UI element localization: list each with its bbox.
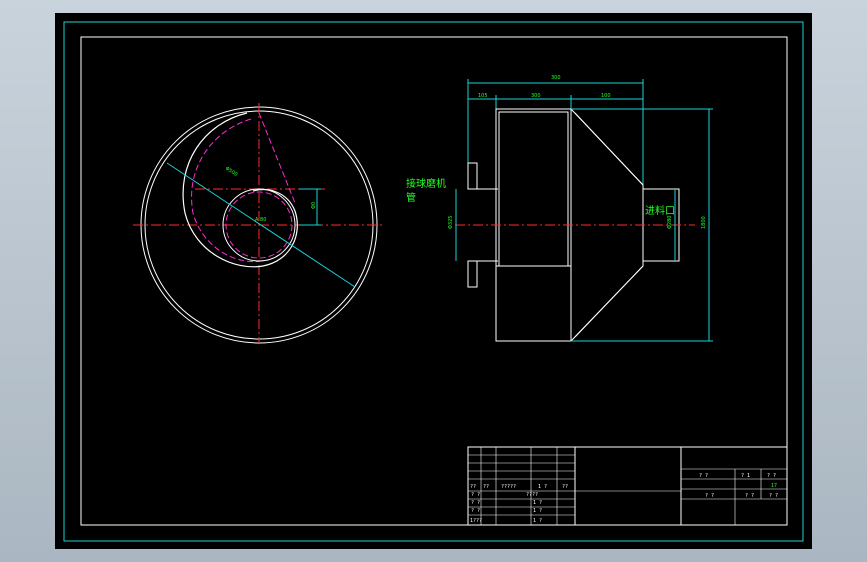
tb-r1c2: ?? (483, 484, 489, 490)
tb-r1c5: ?? (562, 484, 568, 490)
shaft-dim-text: Φ325 (448, 216, 454, 229)
tb-r1c1: ?? (470, 484, 476, 490)
dim-flange-text: 105 (478, 93, 488, 99)
left-flange-top (467, 162, 478, 190)
inlet-dim-text: Φ280 (667, 216, 673, 229)
cone-inner-bottom (574, 265, 644, 338)
offset-dim-text: Φ0 (311, 202, 317, 209)
cone-top (570, 108, 644, 189)
tb-right-r1c1: ? ? (699, 473, 708, 479)
tb-r1c4: 1 ? (538, 484, 547, 490)
cad-drawing: Φ500 A 80 Φ0 300 105 300 100 1800 Φ280 Φ… (63, 21, 804, 542)
tb-r2c3: ???? (526, 492, 538, 498)
tb-r3c4: 1 ? (533, 500, 542, 506)
tb-r5c1: 1??? (470, 518, 482, 524)
tb-right-r3c1: ? ? (705, 493, 714, 499)
side-view: 300 105 300 100 1800 Φ280 Φ325 接球磨机 管 进料… (406, 75, 713, 342)
tb-right-r1c2: ? 1 (741, 473, 750, 479)
cone-inner-top (574, 112, 644, 186)
fan-connection-label: 接球磨机 (406, 177, 446, 190)
outer-border (63, 21, 804, 542)
tb-r4c1: ? ? (471, 508, 480, 514)
tb-r3c1: ? ? (471, 500, 480, 506)
radial-dim-text: Φ500 (224, 166, 239, 178)
tb-sheet-number: 17 (771, 483, 777, 489)
tb-right-r1c3: ? ? (767, 473, 776, 479)
dim-body-text: 300 (531, 93, 541, 99)
tb-r1c3: ????? (501, 484, 516, 490)
height-dim-text: 1800 (701, 216, 707, 229)
tb-r2c1: ? ? (471, 492, 480, 498)
cone-bottom (570, 261, 644, 342)
title-block: ?? ?? ????? 1 ? ?? ? ? ???? ? ? 1 ? ? ? … (467, 446, 788, 526)
cad-viewport[interactable]: Φ500 A 80 Φ0 300 105 300 100 1800 Φ280 Φ… (55, 13, 812, 549)
feed-inlet-label: 进料口 (645, 204, 675, 217)
spiral-curve (182, 112, 298, 268)
dim-overall-text: 300 (551, 75, 561, 81)
top-view: Φ500 A 80 Φ0 (133, 103, 385, 344)
circle-label: A 80 (255, 217, 266, 223)
dim-cone-text: 100 (601, 93, 611, 99)
tb-right-r3c2: ? ? (745, 493, 754, 499)
body-inner (498, 111, 569, 267)
tb-right-r3c3: ? ? (769, 493, 778, 499)
tb-r4c4: 1 ? (533, 508, 542, 514)
tb-r5c4: 1 ? (533, 518, 542, 524)
left-flange-bottom (467, 260, 478, 288)
fan-connection-label-2: 管 (406, 191, 416, 204)
